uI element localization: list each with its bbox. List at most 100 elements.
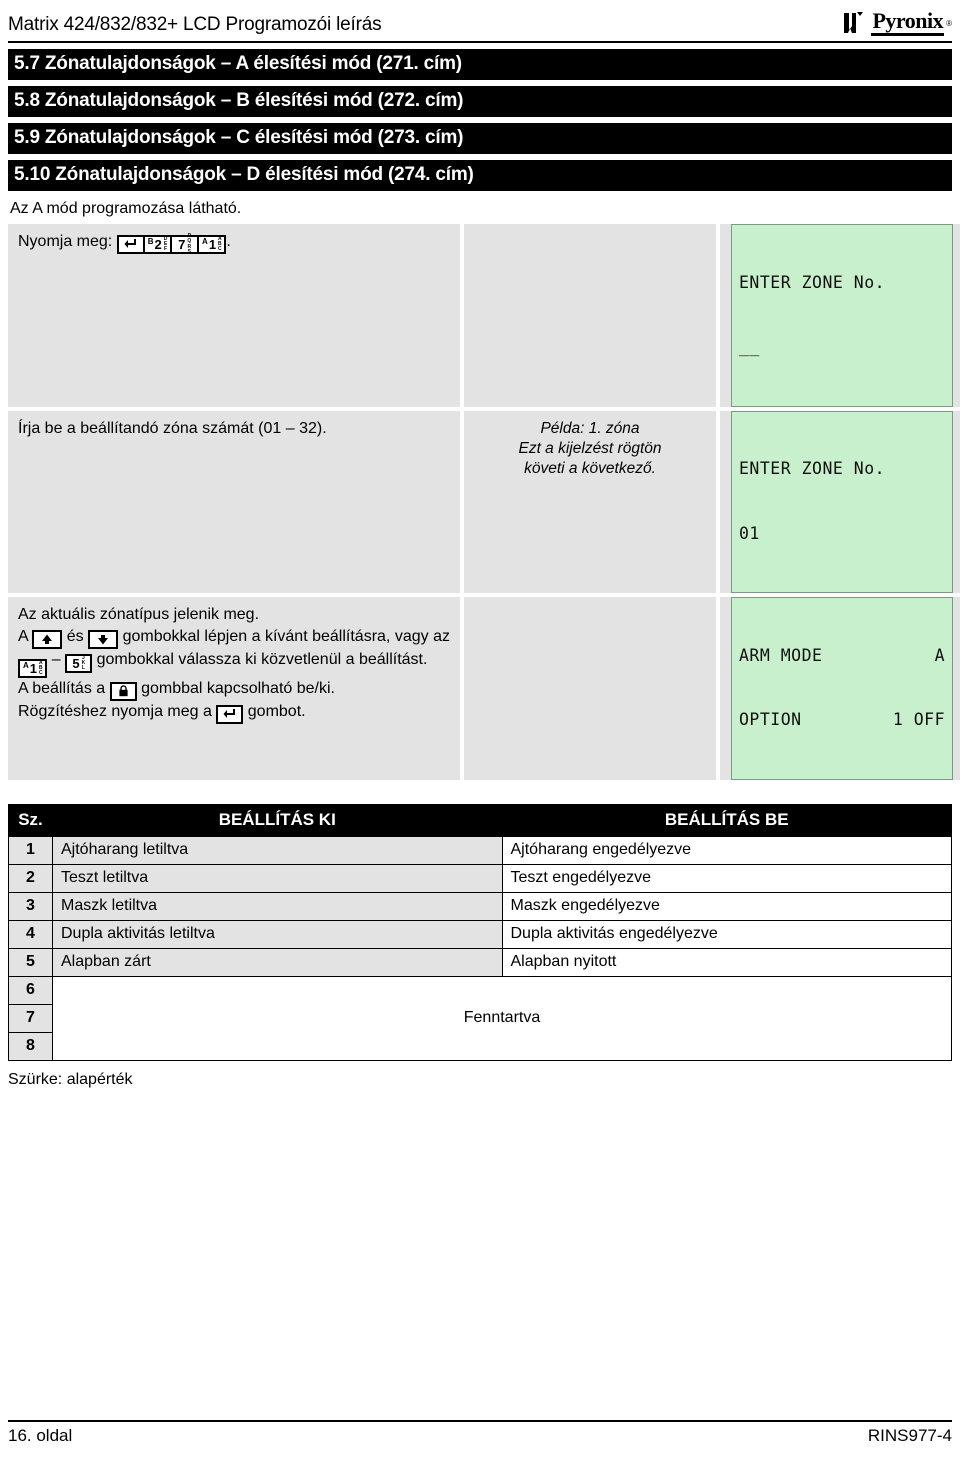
options-table: Sz. BEÁLLÍTÁS KI BEÁLLÍTÁS BE 1 Ajtóharan… <box>8 803 952 1061</box>
table-cell-off: Alapban zárt <box>52 947 503 977</box>
pyronix-logo: Pyronix ® <box>843 10 952 38</box>
example-note-line3: követi a következő. <box>524 459 656 477</box>
step-current-type: Az aktuális zónatípus jelenik meg. <box>18 606 260 623</box>
section-heading-5-10: 5.10 Zónatulajdonságok – D élesítési mód… <box>8 160 952 191</box>
toggle-text-b: gombbal kapcsolható be/ki. <box>141 680 335 698</box>
col-header-on: BEÁLLÍTÁS BE <box>501 803 952 837</box>
key-1-icon[interactable]: A1ABC <box>198 235 227 254</box>
example-cell-empty-1 <box>464 224 716 407</box>
key-1-range-start-icon[interactable]: A1ABC <box>18 659 48 679</box>
step-press-text: Nyomja meg: B2DEF7PQRSA1ABC. <box>18 231 450 255</box>
lcd3-line1-left: ARM MODE <box>739 645 823 665</box>
table-cell-num: 4 <box>8 919 53 949</box>
table-row-reserved: 6 Fenntartva <box>8 975 952 1061</box>
table-row: 4 Dupla aktivitás letiltva Dupla aktivitás… <box>8 919 952 949</box>
footer-doc-code: RINS977-4 <box>867 1426 952 1445</box>
nav-text-c: gombokkal válassza ki közvetlenül a beál… <box>96 651 428 669</box>
pyronix-mark-icon <box>843 11 869 35</box>
step-zone-number-text: Írja be a beállítandó zóna számát (01 – … <box>18 419 327 437</box>
procedure-grid: Nyomja meg: B2DEF7PQRSA1ABC. ENTER ZONE … <box>8 224 960 780</box>
pyronix-trademark: ® <box>946 18 952 28</box>
table-cell-on: Dupla aktivitás engedélyezve <box>501 919 952 949</box>
footer-page-number: 16. oldal <box>8 1426 73 1445</box>
lcd2-line1: ENTER ZONE No. <box>739 459 886 479</box>
col-header-off: BEÁLLÍTÁS KI <box>52 803 503 837</box>
table-cell-off: Ajtóharang letiltva <box>52 835 503 865</box>
lcd-arm-mode: ARM MODE A OPTION 1 OFF <box>731 597 953 780</box>
table-cell-num: 6 <box>8 975 53 1005</box>
table-cell-num: 5 <box>8 947 53 977</box>
step-press-cell: Nyomja meg: B2DEF7PQRSA1ABC. <box>8 224 460 407</box>
step-save: Rögzítéshez nyomja meg a gombot. <box>18 701 450 724</box>
lcd3-line2-left: OPTION <box>739 710 802 730</box>
example-cell-empty-2 <box>464 597 716 780</box>
table-cell-off: Teszt letiltva <box>52 863 503 893</box>
table-row: 3 Maszk letiltva Maszk engedélyezve <box>8 891 952 921</box>
example-note-line1: Példa: 1. zóna <box>540 419 640 437</box>
col-header-num: Sz. <box>8 803 53 837</box>
nav-text-a: A <box>18 628 28 646</box>
step-options-cell: Az aktuális zónatípus jelenik meg. A és … <box>8 597 460 780</box>
table-row: 5 Alapban zárt Alapban nyitott <box>8 947 952 977</box>
table-body: 1 Ajtóharang letiltva Ajtóharang engedélye… <box>8 835 952 1061</box>
lcd-cell-1: ENTER ZONE No. __ <box>720 224 960 407</box>
press-label: Nyomja meg: <box>18 233 113 250</box>
table-cell-reserved: Fenntartva <box>52 975 952 1061</box>
save-text-b: gombot. <box>247 702 306 720</box>
header-divider <box>8 41 952 43</box>
table-row: 1 Ajtóharang letiltva Ajtóharang engedélye… <box>8 835 952 865</box>
press-period: . <box>226 233 231 250</box>
table-cell-on: Ajtóharang engedélyezve <box>501 835 952 865</box>
table-cell-off: Maszk letiltva <box>52 891 503 921</box>
lock-key-icon[interactable] <box>109 681 137 701</box>
press-key-sequence: B2DEF7PQRSA1ABC <box>116 233 227 255</box>
table-cell-on: Alapban nyitott <box>501 947 952 977</box>
example-note-cell: Példa: 1. zóna Ezt a kijelzést rögtön kö… <box>464 410 716 593</box>
toggle-text-a: A beállítás a <box>18 680 106 698</box>
table-row: 2 Teszt letiltva Teszt engedélyezve <box>8 863 952 893</box>
lcd-cell-2: ENTER ZONE No. 01 <box>720 410 960 593</box>
table-cell-num: 2 <box>8 863 53 893</box>
lcd1-line1: ENTER ZONE No. <box>739 272 886 292</box>
table-header-row: Sz. BEÁLLÍTÁS KI BEÁLLÍTÁS BE <box>8 803 952 837</box>
enter-key-save-icon[interactable] <box>216 704 244 724</box>
down-arrow-key-icon[interactable] <box>88 630 119 650</box>
section-heading-5-7: 5.7 Zónatulajdonságok – A élesítési mód … <box>8 49 952 80</box>
table-cell-on: Teszt engedélyezve <box>501 863 952 893</box>
save-text-a: Rögzítéshez nyomja meg a <box>18 702 212 720</box>
table-cell-on: Maszk engedélyezve <box>501 891 952 921</box>
enter-key-icon[interactable] <box>116 235 144 254</box>
key-5-range-end-icon[interactable]: 5JKL <box>65 654 93 674</box>
document-header: Matrix 424/832/832+ LCD Programozói leír… <box>8 0 952 38</box>
example-note-line2: Ezt a kijelzést rögtön <box>518 439 662 457</box>
step-navigate: A és gombokkal lépjen a kívánt beállítás… <box>18 626 450 679</box>
table-cell-num: 1 <box>8 835 53 865</box>
lcd1-line2: __ <box>739 337 760 357</box>
lcd2-line2: 01 <box>739 523 760 543</box>
lcd-cell-3: ARM MODE A OPTION 1 OFF <box>720 597 960 780</box>
document-title: Matrix 424/832/832+ LCD Programozói leír… <box>8 14 382 35</box>
step-toggle: A beállítás a gombbal kapcsolható be/ki. <box>18 678 450 701</box>
table-cell-num: 7 <box>8 1003 53 1033</box>
nav-dash: – <box>51 651 61 669</box>
lcd3-line2: OPTION 1 OFF <box>739 709 945 730</box>
pyronix-wordmark: Pyronix <box>871 10 945 36</box>
step-zone-number-cell: Írja be a beállítandó zóna számát (01 – … <box>8 410 460 593</box>
intro-text: Az A mód programozása látható. <box>10 200 242 217</box>
document-page: Matrix 424/832/832+ LCD Programozói leír… <box>0 0 960 1460</box>
up-arrow-key-icon[interactable] <box>32 630 63 650</box>
lcd-enter-zone-01: ENTER ZONE No. 01 <box>731 410 953 593</box>
section-heading-5-8: 5.8 Zónatulajdonságok – B élesítési mód … <box>8 86 952 117</box>
table-cell-num: 8 <box>8 1031 53 1061</box>
lcd3-line1-right: A <box>934 645 945 665</box>
table-cell-num: 3 <box>8 891 53 921</box>
nav-text-es: és <box>66 628 84 646</box>
table-cell-off: Dupla aktivitás letiltva <box>52 919 503 949</box>
key-2-icon[interactable]: B2DEF <box>143 235 172 254</box>
lcd3-line2-right: 1 OFF <box>892 710 945 730</box>
nav-text-b: gombokkal lépjen a kívánt beállításra, v… <box>122 628 450 646</box>
table-legend: Szürke: alapérték <box>8 1070 133 1088</box>
document-footer: 16. oldal RINS977-4 <box>8 1420 952 1446</box>
key-7-icon[interactable]: 7PQRS <box>171 233 199 255</box>
lcd3-line1: ARM MODE A <box>739 645 945 666</box>
